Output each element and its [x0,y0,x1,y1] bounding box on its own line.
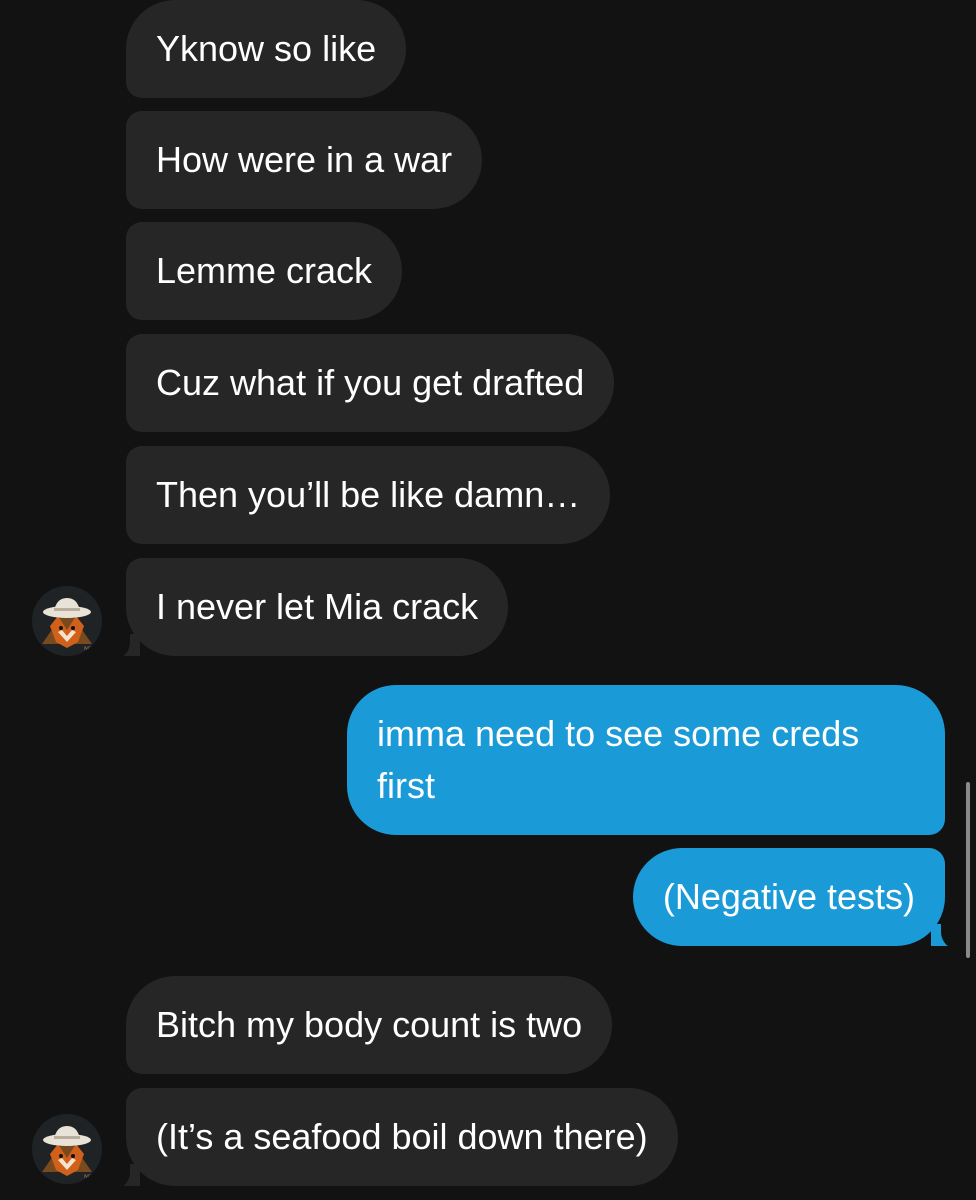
message-text: How were in a war [156,139,453,180]
message-bubble-outgoing[interactable]: (Negative tests) [632,848,945,946]
message-bubble-incoming[interactable]: (It’s a seafood boil down there) [126,1088,678,1186]
message-bubble-incoming[interactable]: Bitch my body count is two [126,976,613,1074]
message-bubble-incoming[interactable]: How were in a war [126,111,483,209]
message-text: I never let Mia crack [156,586,479,627]
svg-text:MICA: MICA [84,646,99,652]
message-bubble-incoming[interactable]: I never let Mia crack [126,558,509,656]
message-bubble-incoming[interactable]: Then you’ll be like damn… [126,446,611,544]
message-text: Then you’ll be like damn… [156,474,581,515]
message-text: (Negative tests) [662,876,915,917]
bubble-tail [106,634,140,660]
contact-avatar[interactable]: MICA [32,586,102,656]
bubble-tail [106,1164,140,1190]
message-bubble-incoming[interactable]: Lemme crack [126,222,403,320]
message-text: Lemme crack [156,250,373,291]
scrollbar[interactable] [966,782,970,958]
message-bubble-incoming[interactable]: Cuz what if you get drafted [126,334,615,432]
message-text: imma need to see some creds first [377,713,860,806]
fox-cowboy-avatar-icon: MICA [32,1114,102,1184]
message-bubble-outgoing[interactable]: imma need to see some creds first [347,685,945,835]
message-text: Cuz what if you get drafted [156,362,585,403]
message-bubble-incoming[interactable]: Yknow so like [126,0,407,98]
message-text: Bitch my body count is two [156,1004,583,1045]
message-text: (It’s a seafood boil down there) [156,1116,648,1157]
bubble-tail [931,924,965,950]
message-text: Yknow so like [156,28,377,69]
svg-text:MICA: MICA [84,1174,99,1180]
contact-avatar[interactable]: MICA [32,1114,102,1184]
fox-cowboy-avatar-icon: MICA [32,586,102,656]
